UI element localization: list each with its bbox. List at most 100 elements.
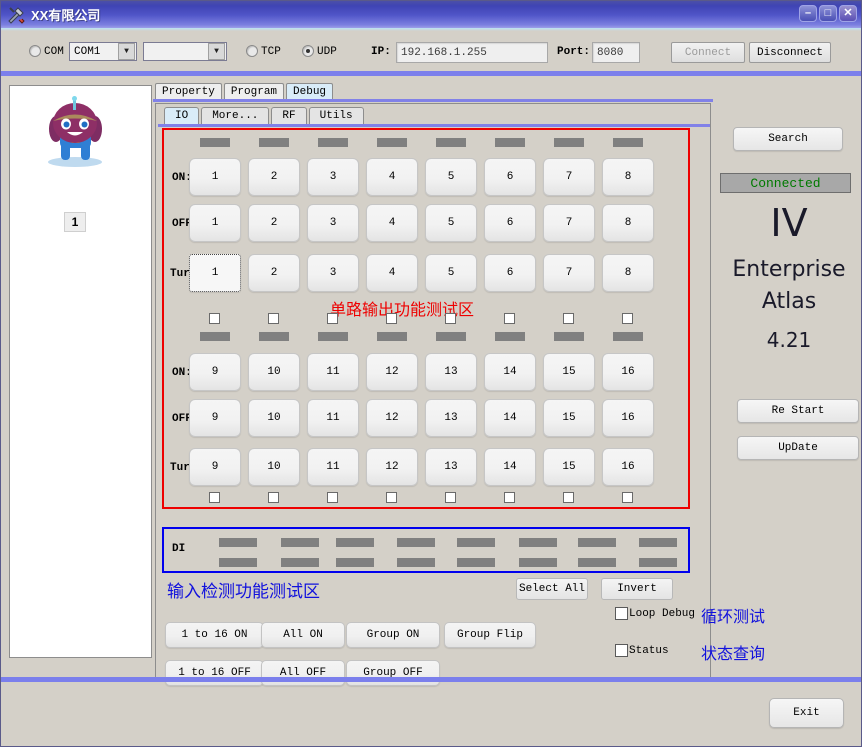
invert-button[interactable]: Invert — [601, 578, 673, 600]
off-button-10[interactable]: 10 — [248, 399, 300, 437]
off-button-5[interactable]: 5 — [425, 204, 477, 242]
on-button-5[interactable]: 5 — [425, 158, 477, 196]
off-button-13[interactable]: 13 — [425, 399, 477, 437]
output-checkbox-7[interactable] — [563, 313, 574, 324]
off-button-8[interactable]: 8 — [602, 204, 654, 242]
on-button-12[interactable]: 12 — [366, 353, 418, 391]
exit-button[interactable]: Exit — [769, 698, 844, 728]
on-button-16[interactable]: 16 — [602, 353, 654, 391]
on-button-2[interactable]: 2 — [248, 158, 300, 196]
on-button-6[interactable]: 6 — [484, 158, 536, 196]
output-checkbox-10[interactable] — [268, 492, 279, 503]
tab-program[interactable]: Program — [223, 83, 285, 99]
output-checkbox-1[interactable] — [209, 313, 220, 324]
on-button-15[interactable]: 15 — [543, 353, 595, 391]
off-button-2[interactable]: 2 — [248, 204, 300, 242]
turn-button-10[interactable]: 10 — [248, 448, 300, 486]
restart-button[interactable]: Re Start — [737, 399, 859, 423]
tab-property[interactable]: Property — [155, 83, 222, 99]
off-button-7[interactable]: 7 — [543, 204, 595, 242]
turn-button-4[interactable]: 4 — [366, 254, 418, 292]
on-button-11[interactable]: 11 — [307, 353, 359, 391]
turn-button-13[interactable]: 13 — [425, 448, 477, 486]
status-checkbox[interactable] — [615, 644, 628, 657]
close-button[interactable]: ✕ — [839, 5, 857, 22]
on-button-9[interactable]: 9 — [189, 353, 241, 391]
off-button-9[interactable]: 9 — [189, 399, 241, 437]
output-checkbox-3[interactable] — [327, 313, 338, 324]
status-checkbox-row[interactable]: Status — [615, 644, 669, 657]
turn-button-7[interactable]: 7 — [543, 254, 595, 292]
on-button-3[interactable]: 3 — [307, 158, 359, 196]
baud-select[interactable]: ▼ — [143, 42, 227, 61]
output-checkbox-16[interactable] — [622, 492, 633, 503]
output-checkbox-6[interactable] — [504, 313, 515, 324]
output-checkbox-9[interactable] — [209, 492, 220, 503]
tab-io[interactable]: IO — [164, 107, 200, 124]
output-checkbox-5[interactable] — [445, 313, 456, 324]
turn-button-6[interactable]: 6 — [484, 254, 536, 292]
output-checkbox-8[interactable] — [622, 313, 633, 324]
output-checkbox-2[interactable] — [268, 313, 279, 324]
udp-radio[interactable] — [302, 45, 314, 61]
turn-button-12[interactable]: 12 — [366, 448, 418, 486]
group-on-button[interactable]: Group ON — [346, 622, 440, 648]
off-button-15[interactable]: 15 — [543, 399, 595, 437]
loop-debug-checkbox-row[interactable]: Loop Debug — [615, 607, 695, 620]
turn-button-5[interactable]: 5 — [425, 254, 477, 292]
port-input[interactable]: 8080 — [592, 42, 640, 63]
on-button-8[interactable]: 8 — [602, 158, 654, 196]
all-on-button[interactable]: All ON — [261, 622, 345, 648]
output-checkbox-12[interactable] — [386, 492, 397, 503]
search-button[interactable]: Search — [733, 127, 843, 151]
one-to-16-on-button[interactable]: 1 to 16 ON — [165, 622, 264, 648]
output-checkbox-4[interactable] — [386, 313, 397, 324]
turn-button-8[interactable]: 8 — [602, 254, 654, 292]
chevron-down-icon[interactable]: ▼ — [118, 43, 135, 60]
off-button-14[interactable]: 14 — [484, 399, 536, 437]
tab-utils[interactable]: Utils — [308, 107, 364, 124]
turn-button-15[interactable]: 15 — [543, 448, 595, 486]
all-off-button[interactable]: All OFF — [261, 660, 345, 686]
off-button-12[interactable]: 12 — [366, 399, 418, 437]
select-all-button[interactable]: Select All — [516, 578, 588, 600]
tab-debug[interactable]: Debug — [286, 83, 334, 99]
on-button-1[interactable]: 1 — [189, 158, 241, 196]
turn-button-9[interactable]: 9 — [189, 448, 241, 486]
com-radio[interactable] — [29, 45, 41, 61]
one-to-16-off-button[interactable]: 1 to 16 OFF — [165, 660, 264, 686]
on-button-10[interactable]: 10 — [248, 353, 300, 391]
maximize-button[interactable]: □ — [819, 5, 837, 22]
group-flip-button[interactable]: Group Flip — [444, 622, 536, 648]
off-button-11[interactable]: 11 — [307, 399, 359, 437]
device-avatar-icon[interactable] — [38, 96, 113, 168]
turn-button-11[interactable]: 11 — [307, 448, 359, 486]
ip-input[interactable]: 192.168.1.255 — [396, 42, 548, 63]
off-button-3[interactable]: 3 — [307, 204, 359, 242]
turn-button-2[interactable]: 2 — [248, 254, 300, 292]
group-off-button[interactable]: Group OFF — [346, 660, 440, 686]
output-checkbox-14[interactable] — [504, 492, 515, 503]
chevron-down-icon[interactable]: ▼ — [208, 43, 225, 60]
on-button-13[interactable]: 13 — [425, 353, 477, 391]
tab-more[interactable]: More... — [201, 107, 270, 124]
tab-rf[interactable]: RF — [271, 107, 307, 124]
minimize-button[interactable]: – — [799, 5, 817, 22]
off-button-4[interactable]: 4 — [366, 204, 418, 242]
turn-button-16[interactable]: 16 — [602, 448, 654, 486]
on-button-14[interactable]: 14 — [484, 353, 536, 391]
off-button-16[interactable]: 16 — [602, 399, 654, 437]
output-checkbox-11[interactable] — [327, 492, 338, 503]
off-button-6[interactable]: 6 — [484, 204, 536, 242]
loop-debug-checkbox[interactable] — [615, 607, 628, 620]
connect-button[interactable]: Connect — [671, 42, 745, 63]
update-button[interactable]: UpDate — [737, 436, 859, 460]
turn-button-1[interactable]: 1 — [189, 254, 241, 292]
com-port-select[interactable]: COM1 ▼ — [69, 42, 137, 61]
disconnect-button[interactable]: Disconnect — [749, 42, 831, 63]
output-checkbox-15[interactable] — [563, 492, 574, 503]
turn-button-14[interactable]: 14 — [484, 448, 536, 486]
output-checkbox-13[interactable] — [445, 492, 456, 503]
on-button-7[interactable]: 7 — [543, 158, 595, 196]
tcp-radio[interactable] — [246, 45, 258, 61]
